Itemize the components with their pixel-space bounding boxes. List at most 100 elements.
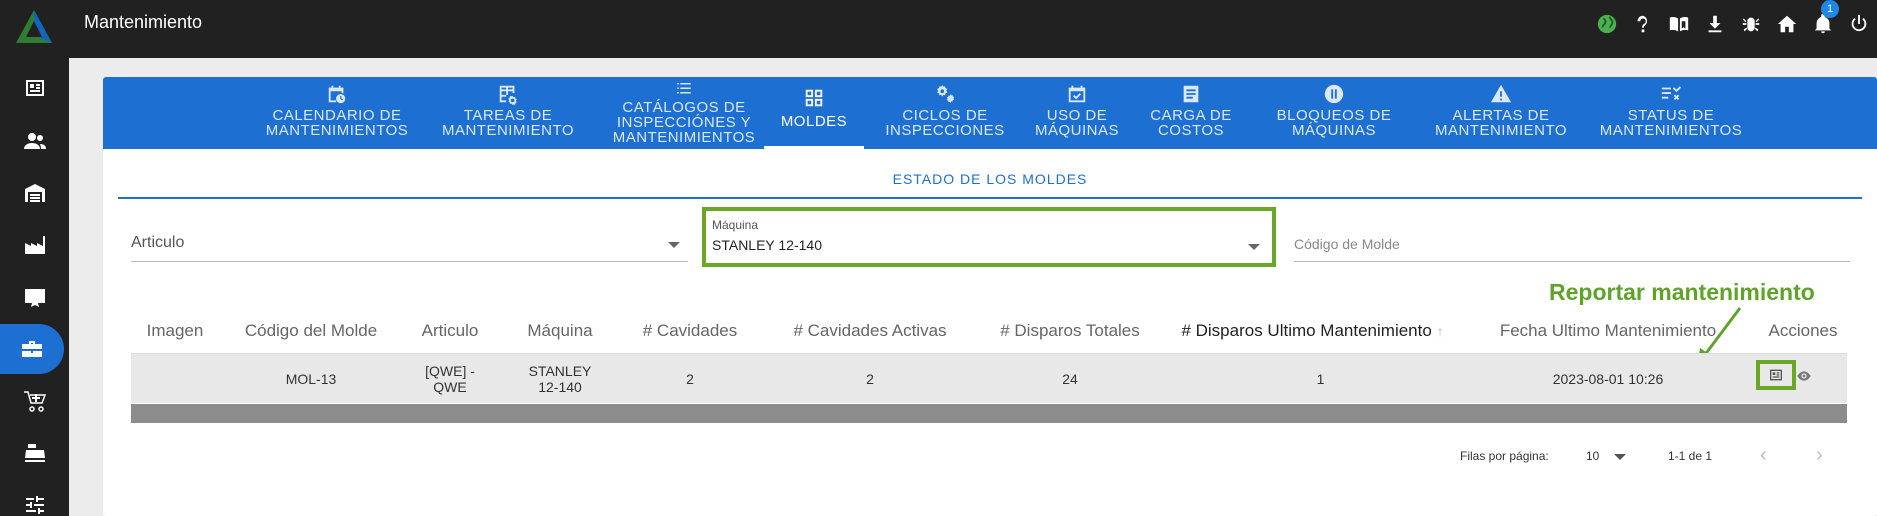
calendar-check-icon xyxy=(1068,85,1086,103)
view-button[interactable] xyxy=(1796,369,1814,383)
tab-label: CICLOS DE INSPECCIONES xyxy=(885,107,1005,139)
th-cavidades-activas[interactable]: # Cavidades Activas xyxy=(780,321,960,341)
rows-per-page-select[interactable]: 10 xyxy=(1584,442,1630,468)
table-gear-icon xyxy=(499,85,517,105)
eye-icon xyxy=(1797,371,1811,381)
toolbox-icon xyxy=(22,341,42,357)
pause-circle-icon xyxy=(1324,84,1344,104)
sidebar-item-settings[interactable] xyxy=(0,480,69,516)
sidebar-item-maintenance[interactable] xyxy=(0,324,64,374)
power-icon[interactable] xyxy=(1841,11,1877,37)
sidebar-item-users[interactable] xyxy=(0,116,69,166)
sidebar-item-certificates[interactable] xyxy=(0,272,69,322)
tab-bar: CALENDARIO DE MANTENIMIENTOS TAREAS DE M… xyxy=(103,77,1877,149)
cell-fecha: 2023-08-01 10:26 xyxy=(1552,371,1664,387)
rows-per-page-label: Filas por página: xyxy=(1460,449,1549,463)
sidebar-item-documents[interactable] xyxy=(0,63,69,113)
warning-icon xyxy=(1490,84,1512,103)
rows-per-page-value: 10 xyxy=(1586,449,1600,463)
list-check-icon xyxy=(1661,86,1682,101)
tab-status[interactable]: STATUS DE MANTENIMIENTOS xyxy=(1586,83,1756,149)
table-row[interactable]: MOL-13 [QWE] - QWE STANLEY 12-140 2 2 24… xyxy=(131,353,1847,403)
tab-alertas[interactable]: ALERTAS DE MANTENIMIENTO xyxy=(1419,83,1583,149)
cell-cavidades-activas: 2 xyxy=(866,371,874,387)
chevron-down-icon xyxy=(1614,454,1626,460)
articulo-select[interactable]: Articulo xyxy=(131,222,688,262)
cogs-icon xyxy=(937,84,955,104)
previous-page-button[interactable]: ‹ xyxy=(1760,445,1776,465)
tab-label: MOLDES xyxy=(780,113,848,130)
th-codigo[interactable]: Código del Molde xyxy=(228,321,394,341)
next-page-button[interactable]: › xyxy=(1816,445,1832,465)
horizontal-scrollbar[interactable] xyxy=(131,404,1847,423)
report-icon xyxy=(1770,369,1782,381)
th-disparos-ultimo[interactable]: # Disparos Ultimo Mantenimiento ↑ xyxy=(1180,321,1445,341)
top-bar: Mantenimiento 1 xyxy=(0,0,1877,58)
receipt-icon xyxy=(1183,85,1199,103)
tab-catalogos[interactable]: CATÁLOGOS DE INSPECCIÓNES Y MANTENIMIENT… xyxy=(600,80,768,146)
cell-codigo: MOL-13 xyxy=(285,371,337,387)
sort-up-icon: ↑ xyxy=(1436,323,1444,339)
tab-label: BLOQUEOS DE MÁQUINAS xyxy=(1276,107,1392,139)
tab-label: CARGA DE COSTOS xyxy=(1150,107,1232,139)
th-disparos-totales[interactable]: # Disparos Totales xyxy=(985,321,1155,341)
th-disparos-ultimo-label: # Disparos Ultimo Mantenimiento xyxy=(1181,321,1432,340)
tab-label: ALERTAS DE MANTENIMIENTO xyxy=(1434,107,1568,139)
tab-moldes[interactable]: MOLDES xyxy=(764,83,864,149)
th-articulo[interactable]: Articulo xyxy=(410,321,490,341)
app-logo[interactable] xyxy=(14,7,54,47)
maquina-highlight xyxy=(702,207,1276,267)
th-imagen: Imagen xyxy=(146,321,204,340)
pagination-range: 1-1 de 1 xyxy=(1668,449,1713,463)
tab-ciclos[interactable]: CICLOS DE INSPECCIONES xyxy=(877,83,1013,149)
sidebar-item-factory[interactable] xyxy=(0,220,69,270)
cell-disparos-ultimo: 1 xyxy=(1316,371,1325,387)
help-icon[interactable] xyxy=(1625,11,1661,37)
articulo-label: Articulo xyxy=(131,234,185,251)
report-maintenance-button[interactable] xyxy=(1756,360,1796,390)
th-acciones: Acciones xyxy=(1768,321,1838,340)
codigo-molde-input[interactable]: Código de Molde xyxy=(1294,222,1850,262)
sliders-icon xyxy=(25,496,44,514)
bug-icon[interactable] xyxy=(1733,11,1769,37)
book-icon[interactable] xyxy=(1661,11,1697,37)
sidebar xyxy=(0,58,69,516)
annotation-label: Reportar mantenimiento xyxy=(1549,279,1815,305)
bell-icon[interactable]: 1 xyxy=(1805,0,1841,37)
notification-badge: 1 xyxy=(1821,0,1839,18)
tab-label: TAREAS DE MANTENIMIENTO xyxy=(441,107,575,139)
chevron-down-icon xyxy=(668,242,680,248)
section-title: ESTADO DE LOS MOLDES xyxy=(118,159,1862,199)
grid-icon xyxy=(805,89,823,107)
tab-tareas[interactable]: TAREAS DE MANTENIMIENTO xyxy=(433,83,583,149)
users-icon xyxy=(23,133,46,149)
cash-register-icon xyxy=(24,444,45,462)
calendar-clock-icon xyxy=(328,85,346,104)
warehouse-icon xyxy=(24,184,45,202)
th-maquina[interactable]: Máquina xyxy=(515,321,605,341)
list-icon xyxy=(677,83,691,94)
factory-icon xyxy=(24,236,45,254)
tab-calendario[interactable]: CALENDARIO DE MANTENIMIENTOS xyxy=(259,83,415,149)
certificate-icon xyxy=(24,289,45,307)
tab-label: USO DE MÁQUINAS xyxy=(1034,107,1119,139)
tab-label: CALENDARIO DE MANTENIMIENTOS xyxy=(265,107,409,139)
home-icon[interactable] xyxy=(1769,11,1805,37)
th-cavidades[interactable]: # Cavidades xyxy=(630,321,750,341)
codigo-placeholder: Código de Molde xyxy=(1294,236,1400,252)
th-fecha[interactable]: Fecha Ultimo Mantenimiento xyxy=(1488,321,1728,341)
download-icon[interactable] xyxy=(1697,11,1733,37)
cell-cavidades: 2 xyxy=(686,371,694,387)
sidebar-item-warehouse[interactable] xyxy=(0,168,69,218)
tab-uso[interactable]: USO DE MÁQUINAS xyxy=(1025,83,1129,149)
cell-disparos-totales: 24 xyxy=(1062,371,1078,387)
globe-icon[interactable] xyxy=(1589,11,1625,37)
tab-carga[interactable]: CARGA DE COSTOS xyxy=(1141,83,1241,149)
sidebar-item-cashier[interactable] xyxy=(0,428,69,478)
document-icon xyxy=(25,80,44,96)
tab-bloqueos[interactable]: BLOQUEOS DE MÁQUINAS xyxy=(1252,83,1416,149)
sidebar-item-cart[interactable] xyxy=(0,376,69,426)
cell-articulo: [QWE] - QWE xyxy=(425,363,475,395)
tab-label: CATÁLOGOS DE INSPECCIÓNES Y MANTENIMIENT… xyxy=(612,99,756,146)
cell-maquina: STANLEY 12-140 xyxy=(528,363,592,395)
